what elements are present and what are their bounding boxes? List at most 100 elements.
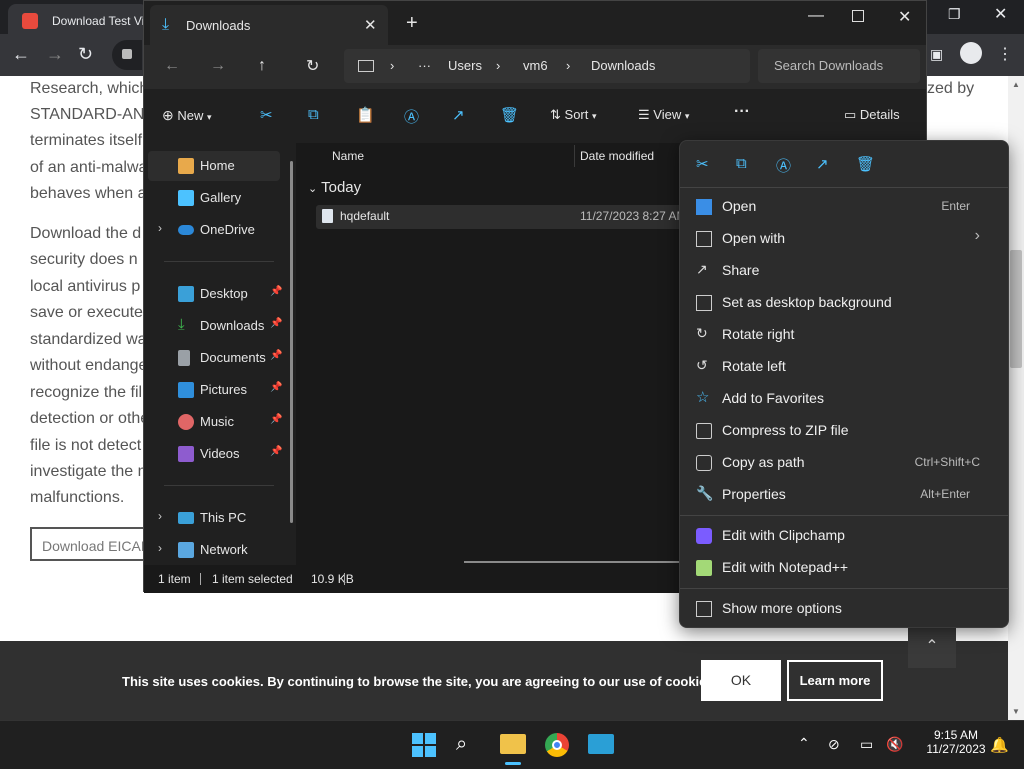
ctx-delete-icon[interactable]: 🗑 [856,155,875,173]
scroll-down-icon[interactable]: ▼ [1012,707,1020,716]
command-bar: ⊕ New ▾ ✂ ⧉ 📋 Ⓐ ↗ 🗑 ⇅ Sort ▾ ☰ View ▾ ··… [144,89,926,144]
sidebar-item-gallery[interactable]: Gallery [148,183,280,213]
profile-avatar[interactable] [960,42,982,64]
sidebar-item-network[interactable]: › Network [148,535,280,565]
back-arrow-icon[interactable]: ← [12,44,30,65]
rename-icon[interactable]: Ⓐ [404,106,419,127]
browser-tab[interactable]: Download Test Viru [8,4,155,34]
file-row[interactable]: hqdefault 11/27/2023 8:27 AM [316,205,687,229]
display-icon[interactable]: ▭ [860,736,873,753]
more-options-icon[interactable]: ··· [734,103,750,121]
ctx-copy-icon[interactable]: ⧉ [736,155,747,172]
terminal-taskbar-icon[interactable] [588,734,614,754]
menu-item-edit-notepadpp[interactable]: Edit with Notepad++ [688,552,1000,584]
forward-icon[interactable]: → [210,57,226,75]
sidebar-item-downloads[interactable]: ⤓ Downloads 📌 [148,311,282,341]
column-header-name[interactable]: Name [332,149,364,163]
menu-separator [680,588,1008,589]
new-button[interactable]: ⊕ New ▾ [162,107,212,124]
tab-close-icon[interactable]: ✕ [364,16,377,34]
up-icon[interactable]: ↑ [258,57,266,75]
restore-icon[interactable]: ❐ [948,6,961,23]
breadcrumb-vm6[interactable]: vm6 [523,58,548,73]
menu-item-edit-clipchamp[interactable]: Edit with Clipchamp [688,520,1000,552]
sidebar-item-home[interactable]: Home [148,151,280,181]
expand-chevron-icon[interactable]: › [158,541,162,555]
menu-item-share[interactable]: ↗ Share [688,255,1000,287]
sort-button[interactable]: ⇅ Sort ▾ [550,107,597,123]
minimize-icon[interactable]: — [808,7,824,25]
side-panel-icon[interactable]: ▣ [930,46,943,63]
sidebar-item-desktop[interactable]: Desktop 📌 [148,279,282,309]
scroll-up-icon[interactable]: ▲ [1012,80,1020,89]
menu-item-compress-zip[interactable]: Compress to ZIP file [688,415,1000,447]
cookie-ok-button[interactable]: OK [701,660,781,701]
forward-arrow-icon[interactable]: → [46,44,64,65]
tray-chevron-up-icon[interactable]: ⌃ [798,735,810,752]
view-button[interactable]: ☰ View ▾ [638,107,689,123]
page-scrollbar[interactable] [1008,76,1024,720]
delete-icon[interactable]: 🗑 [500,106,519,124]
expand-chevron-icon[interactable]: › [158,221,162,235]
breadcrumb-downloads[interactable]: Downloads [591,58,655,73]
rotate-right-icon: ↻ [696,325,708,341]
address-bar[interactable] [112,40,142,70]
ctx-cut-icon[interactable]: ✂ [696,155,709,173]
window-close-icon[interactable]: ✕ [898,7,911,27]
menu-item-open-with[interactable]: Open with › [688,223,1000,255]
article-line: investigate the m [30,463,151,480]
expand-chevron-icon[interactable]: › [158,509,162,523]
menu-item-open[interactable]: Open Enter [688,191,1000,223]
ctx-share-icon[interactable]: ↗ [816,155,829,173]
copy-icon[interactable]: ⧉ [308,106,319,123]
start-icon[interactable] [412,733,436,757]
menu-item-properties[interactable]: 🔧 Properties Alt+Enter [688,479,1000,511]
menu-item-add-to-favorites[interactable]: ☆ Add to Favorites [688,383,1000,415]
sidebar-item-documents[interactable]: Documents 📌 [148,343,282,373]
column-header-date[interactable]: Date modified [580,149,654,163]
back-to-top-icon[interactable]: ⌃ [908,626,956,668]
explorer-tab[interactable]: ⤓ Downloads ✕ [150,5,388,45]
back-icon[interactable]: ← [164,57,180,75]
volume-muted-icon[interactable]: 🔇 [886,736,903,753]
sidebar-item-music[interactable]: Music 📌 [148,407,282,437]
breadcrumb-more[interactable]: ··· [418,58,431,73]
menu-item-rotate-right[interactable]: ↻ Rotate right [688,319,1000,351]
menu-item-set-desktop-background[interactable]: Set as desktop background [688,287,1000,319]
clock[interactable]: 9:15 AM 11/27/2023 [920,728,992,756]
menu-item-show-more-options[interactable]: Show more options [688,593,1000,625]
reload-icon[interactable]: ↻ [78,44,93,65]
menu-label: Set as desktop background [722,294,892,310]
maximize-icon[interactable] [852,10,864,22]
sidebar-item-videos[interactable]: Videos 📌 [148,439,282,469]
breadcrumb-users[interactable]: Users [448,58,482,73]
new-label: New [177,108,204,123]
column-divider[interactable] [574,145,575,167]
selected-count: 1 item selected [212,572,293,586]
cut-icon[interactable]: ✂ [260,106,273,124]
chrome-taskbar-icon[interactable] [545,733,569,757]
refresh-icon[interactable]: ↻ [306,56,319,76]
menu-item-rotate-left[interactable]: ↺ Rotate left [688,351,1000,383]
search-icon[interactable]: ⌕ [456,733,467,756]
chrome-menu-icon[interactable]: ⋮ [997,44,1013,64]
paste-icon[interactable]: 📋 [356,106,375,124]
share-icon[interactable]: ↗ [452,106,465,124]
search-box[interactable]: Search Downloads [758,49,920,83]
address-bar[interactable]: › ··· Users › vm6 › Downloads [344,49,750,83]
group-header-today[interactable]: ⌄ Today [308,179,361,196]
file-explorer-taskbar-icon[interactable] [500,734,526,754]
sidebar-item-this-pc[interactable]: › This PC [148,503,280,533]
page-scrollbar-thumb[interactable] [1010,250,1022,368]
notification-bell-icon[interactable]: 🔔 [990,736,1009,754]
cookie-learn-more-button[interactable]: Learn more [787,660,883,701]
browser-close-icon[interactable]: ✕ [994,4,1007,24]
menu-item-copy-as-path[interactable]: Copy as path Ctrl+Shift+C [688,447,1000,479]
ctx-rename-icon[interactable]: Ⓐ [776,155,791,176]
sidebar-item-pictures[interactable]: Pictures 📌 [148,375,282,405]
sidebar-item-onedrive[interactable]: › OneDrive [148,215,280,245]
details-button[interactable]: ▭ Details [844,107,900,123]
new-tab-icon[interactable]: + [406,12,418,35]
sidebar-scrollbar[interactable] [290,161,293,523]
network-off-icon[interactable]: ⊘ [828,736,840,753]
